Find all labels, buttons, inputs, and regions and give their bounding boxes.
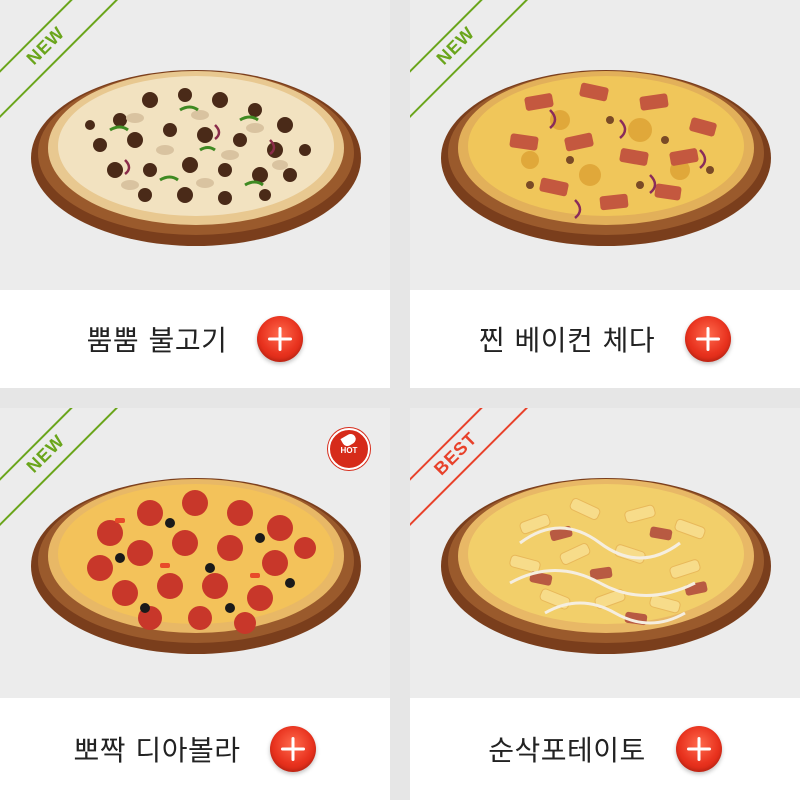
add-to-cart-button[interactable] — [675, 726, 722, 772]
product-info: 뽀짝 디아볼라 — [0, 698, 390, 800]
ribbon: NEW — [0, 0, 130, 130]
product-info: 순삭포테이토 — [410, 698, 800, 800]
best-ribbon: BEST — [410, 408, 537, 535]
new-ribbon: NEW — [0, 0, 127, 127]
ribbon: NEW — [410, 0, 540, 130]
new-ribbon: NEW — [410, 0, 537, 127]
product-photo[interactable]: NEW — [0, 0, 390, 290]
add-to-cart-button[interactable] — [270, 726, 317, 772]
product-name[interactable]: 찐 베이컨 체다 — [479, 319, 655, 359]
hot-badge: HOT — [328, 428, 370, 470]
product-photo[interactable]: BEST — [410, 408, 800, 698]
product-info: 찐 베이컨 체다 — [410, 290, 800, 388]
product-card-potato[interactable]: BEST 순삭포테이토 — [410, 408, 800, 800]
ribbon: NEW — [0, 408, 130, 538]
product-photo[interactable]: NEW — [410, 0, 800, 290]
product-photo[interactable]: NEW HOT — [0, 408, 390, 698]
new-ribbon: NEW — [0, 408, 127, 535]
product-card-bacon-cheddar[interactable]: NEW 찐 베이컨 체다 — [410, 0, 800, 388]
add-to-cart-button[interactable] — [257, 316, 304, 362]
product-name[interactable]: 순삭포테이토 — [488, 729, 646, 769]
ribbon: BEST — [410, 408, 540, 538]
product-name[interactable]: 뿜뿜 불고기 — [87, 319, 228, 359]
product-name[interactable]: 뽀짝 디아볼라 — [74, 729, 241, 769]
add-to-cart-button[interactable] — [685, 316, 732, 362]
product-info: 뿜뿜 불고기 — [0, 290, 390, 388]
product-card-diavola[interactable]: NEW HOT 뽀짝 디아볼라 — [0, 408, 390, 800]
product-card-bulgogi[interactable]: NEW 뿜뿜 불고기 — [0, 0, 390, 388]
hot-label: HOT — [340, 446, 358, 455]
